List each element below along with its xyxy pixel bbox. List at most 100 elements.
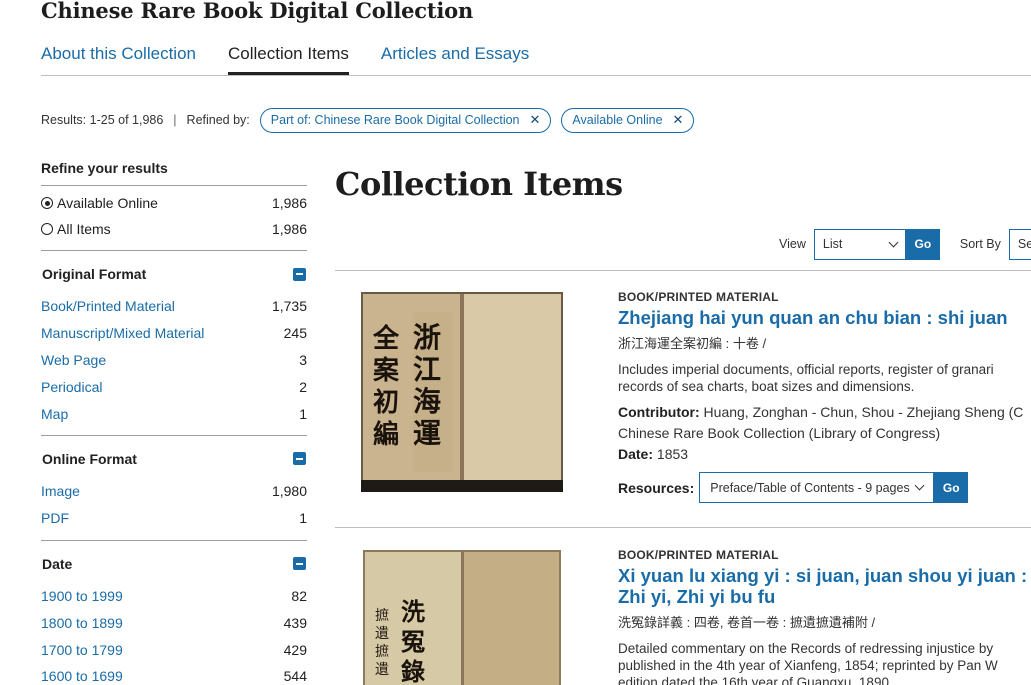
- results-separator: |: [173, 113, 177, 127]
- facet-item[interactable]: Image 1,980: [41, 478, 307, 505]
- resources-label: Resources:: [618, 479, 695, 496]
- view-go-button[interactable]: Go: [905, 228, 940, 260]
- view-select[interactable]: List: [813, 228, 906, 260]
- refine-title: Refine your results: [41, 160, 307, 186]
- item-resources: Resources: Preface/Table of Contents - 9…: [618, 472, 1031, 503]
- resources-select-value: Preface/Table of Contents - 9 pages: [710, 480, 910, 495]
- facet-item-label[interactable]: Periodical: [41, 379, 102, 395]
- site-title: Chinese Rare Book Digital Collection: [41, 0, 474, 23]
- item-description-line: edition dated the 16th year of Guangxu, …: [618, 675, 893, 685]
- close-icon[interactable]: ✕: [673, 112, 684, 128]
- contributor-label: Contributor:: [618, 404, 700, 420]
- facet-item[interactable]: 1600 to 1699 544: [41, 663, 307, 685]
- facet-item-label[interactable]: 1600 to 1699: [41, 668, 123, 684]
- item-description: Detailed commentary on the Records of re…: [618, 640, 1031, 685]
- tab-about[interactable]: About this Collection: [41, 44, 196, 76]
- item-description-line: records of sea charts, boat sizes and di…: [618, 379, 915, 394]
- item-type: BOOK/PRINTED MATERIAL: [618, 548, 779, 562]
- facet-item-count: 1: [299, 405, 307, 422]
- date-value: 1853: [656, 446, 689, 462]
- availability-label: All Items: [57, 221, 111, 237]
- facet-title: Date: [42, 555, 73, 572]
- facet-item[interactable]: 1700 to 1799 429: [41, 636, 307, 663]
- item-title-link[interactable]: Zhejiang hai yun quan an chu bian : shi …: [618, 307, 1031, 328]
- svg-text:冤: 冤: [401, 627, 425, 656]
- close-icon[interactable]: ✕: [530, 112, 541, 128]
- sort-label: Sort By: [959, 237, 1001, 251]
- facet-item-label[interactable]: Manuscript/Mixed Material: [41, 325, 204, 341]
- facet-item-label[interactable]: Web Page: [41, 352, 106, 368]
- sort-select-value: Sele: [1017, 237, 1031, 251]
- facet-item-label[interactable]: Book/Printed Material: [41, 298, 175, 314]
- facet-item-count: 1: [299, 510, 307, 527]
- list-divider: [335, 270, 1031, 271]
- facet-item[interactable]: Book/Printed Material 1,735: [41, 293, 307, 320]
- facet-item-count: 82: [291, 587, 307, 604]
- collection-tabs: About this Collection Collection Items A…: [41, 44, 561, 76]
- svg-text:案: 案: [372, 355, 400, 386]
- radio-selected-icon[interactable]: [41, 197, 53, 209]
- svg-text:錄: 錄: [401, 657, 425, 685]
- resources-select[interactable]: Preface/Table of Contents - 9 pages: [699, 472, 935, 503]
- item-description-line: Detailed commentary on the Records of re…: [618, 641, 994, 656]
- availability-option-online[interactable]: Available Online 1,986: [41, 190, 307, 216]
- view-select-value: List: [822, 237, 843, 251]
- facet-online-format: Online Format Image 1,980 PDF 1: [41, 434, 307, 532]
- svg-text:摭: 摭: [375, 608, 389, 624]
- facet-item[interactable]: Map 1: [41, 400, 307, 427]
- svg-text:海: 海: [413, 385, 441, 418]
- tab-collection-items[interactable]: Collection Items: [227, 44, 349, 76]
- availability-count: 1,986: [271, 195, 307, 211]
- facet-item[interactable]: 1900 to 1999 82: [41, 583, 307, 610]
- collapse-icon[interactable]: [293, 557, 306, 571]
- sort-select[interactable]: Sele: [1008, 228, 1031, 260]
- filter-pill-collection[interactable]: Part of: Chinese Rare Book Digital Colle…: [259, 107, 552, 133]
- svg-text:遺: 遺: [375, 626, 389, 642]
- facet-item[interactable]: PDF 1: [41, 505, 307, 532]
- resources-go-button[interactable]: Go: [934, 472, 969, 503]
- item-thumbnail[interactable]: 浙 江 海 運 全 案 初 編: [361, 292, 563, 492]
- svg-text:全: 全: [372, 323, 400, 354]
- svg-text:摭: 摭: [375, 644, 389, 660]
- item-alt-title: 洗冤錄詳義 : 四卷, 卷首一卷 : 摭遺摭遺補附 /: [618, 615, 876, 630]
- svg-text:初: 初: [373, 388, 399, 418]
- svg-text:編: 編: [373, 419, 399, 450]
- item-details: BOOK/PRINTED MATERIAL Xi yuan lu xiang y…: [618, 548, 1031, 685]
- refine-sidebar: Refine your results Available Online 1,9…: [41, 160, 307, 685]
- facet-item-label[interactable]: Map: [41, 406, 68, 422]
- results-bar: Results: 1-25 of 1,986 | Refined by: Par…: [41, 107, 695, 133]
- facet-item[interactable]: Manuscript/Mixed Material 245: [41, 320, 307, 347]
- facet-item[interactable]: Periodical 2: [41, 373, 307, 400]
- facet-item-count: 429: [283, 641, 307, 658]
- item-title-link[interactable]: Xi yuan lu xiang yi : si juan, juan shou…: [618, 565, 1031, 607]
- availability-count: 1,986: [271, 221, 307, 237]
- view-label: View: [779, 237, 806, 251]
- item-description-line: Includes imperial documents, official re…: [618, 362, 994, 377]
- facet-item[interactable]: 1800 to 1899 439: [41, 609, 307, 636]
- item-description: Includes imperial documents, official re…: [618, 361, 1031, 395]
- contributor-value: Huang, Zonghan - Chun, Shou - Zhejiang S…: [703, 404, 1024, 420]
- facet-item-count: 1,735: [271, 298, 307, 315]
- tab-articles[interactable]: Articles and Essays: [381, 44, 529, 76]
- facet-item-label[interactable]: Image: [41, 483, 80, 499]
- facet-item-label[interactable]: 1900 to 1999: [41, 588, 123, 604]
- svg-text:運: 運: [413, 417, 441, 450]
- item-alt-title: 浙江海運全案初編 : 十卷 /: [618, 336, 767, 351]
- contributor-extra: Chinese Rare Book Collection (Library of…: [618, 425, 941, 441]
- tab-divider: [41, 75, 1031, 76]
- facet-item-label[interactable]: 1800 to 1899: [41, 615, 123, 631]
- collapse-icon[interactable]: [293, 452, 306, 466]
- facet-item-label[interactable]: 1700 to 1799: [41, 642, 123, 658]
- item-title-line[interactable]: Zhi yi, Zhi yi bu fu: [618, 586, 1031, 607]
- radio-unselected-icon[interactable]: [41, 223, 53, 235]
- collapse-icon[interactable]: [293, 267, 306, 281]
- availability-option-all[interactable]: All Items 1,986: [41, 216, 307, 242]
- facet-item-count: 2: [299, 378, 307, 395]
- filter-pill-available-online[interactable]: Available Online ✕: [561, 107, 695, 133]
- svg-text:遺: 遺: [375, 662, 389, 678]
- facet-item-label[interactable]: PDF: [41, 510, 69, 526]
- facet-item[interactable]: Web Page 3: [41, 347, 307, 374]
- item-title-line[interactable]: Xi yuan lu xiang yi : si juan, juan shou…: [618, 565, 1031, 586]
- item-thumbnail[interactable]: 洗 冤 錄 摭 遺 摭 遺: [363, 550, 561, 685]
- results-summary: Results: 1-25 of 1,986: [41, 113, 164, 127]
